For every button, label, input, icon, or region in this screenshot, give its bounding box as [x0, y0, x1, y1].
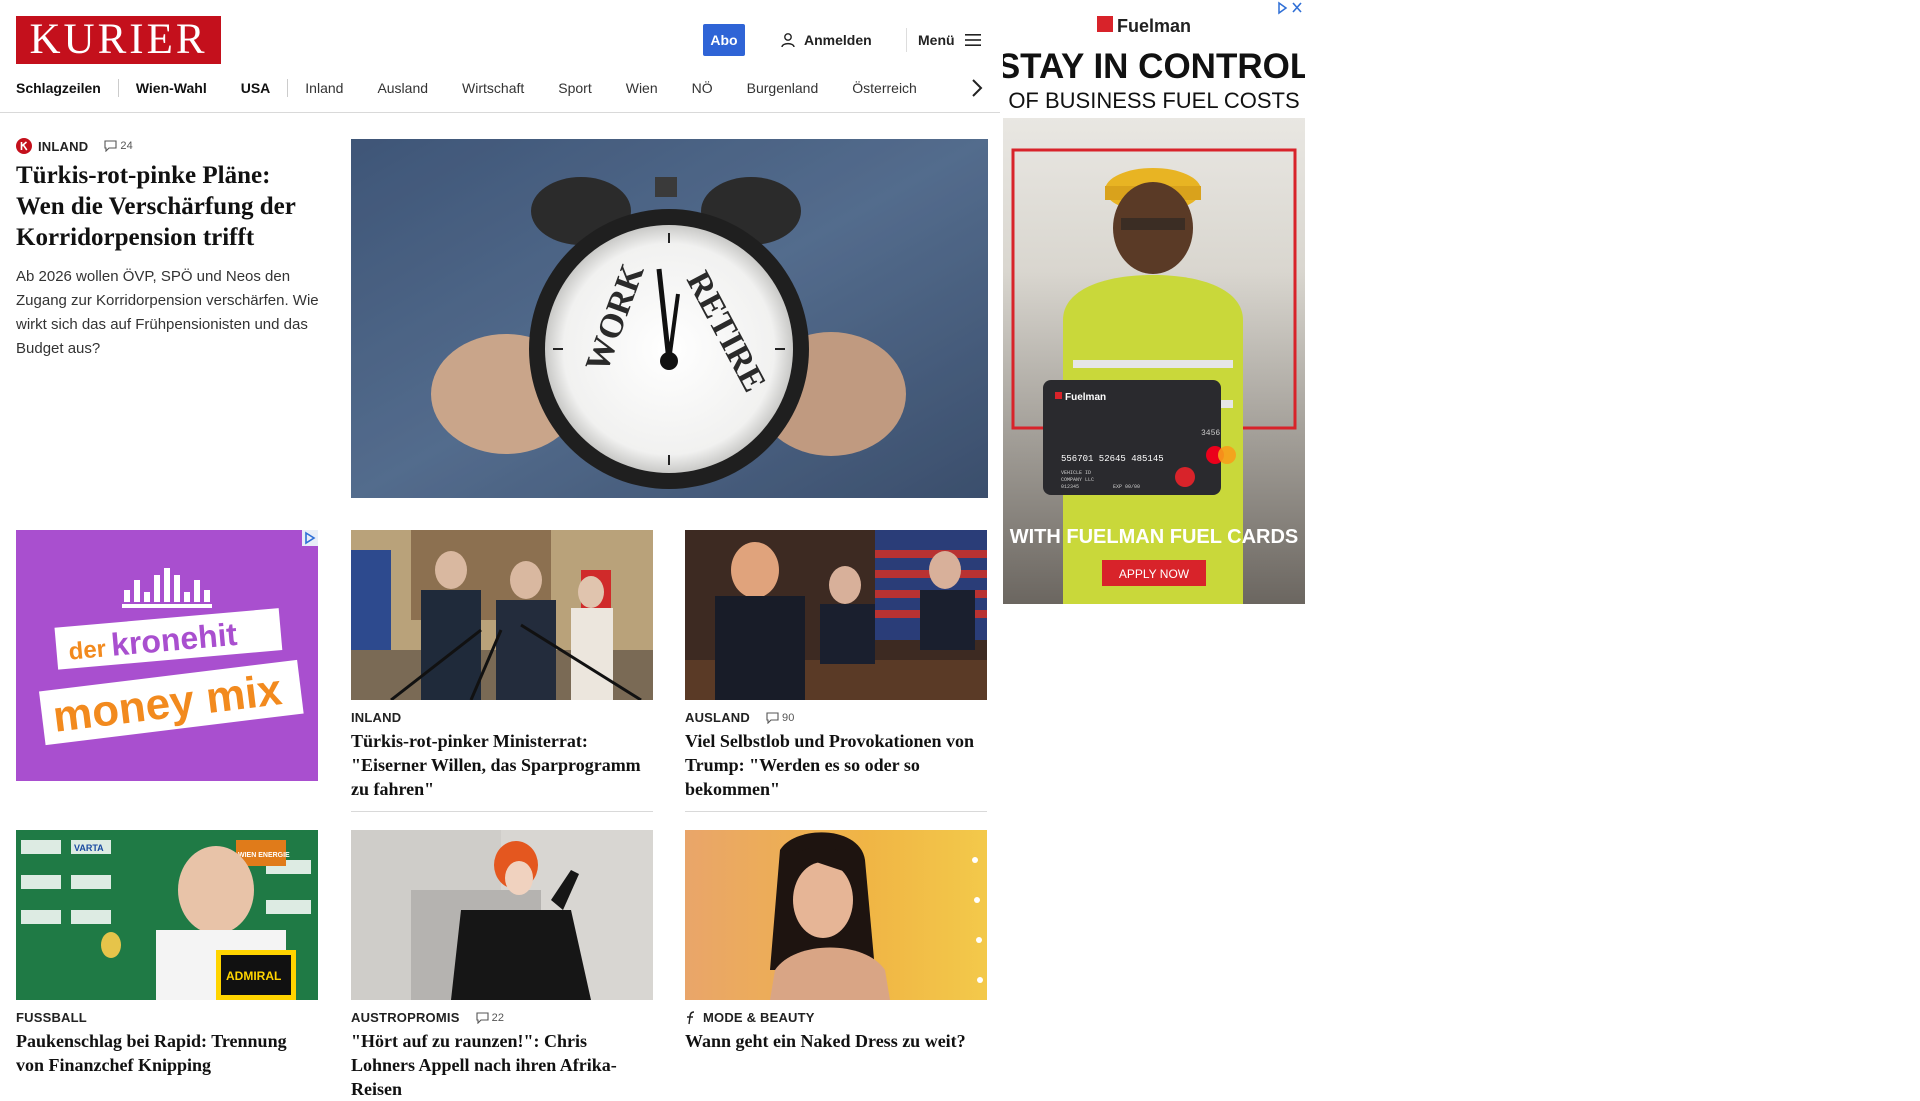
card-exp: EXP 00/00 — [1113, 484, 1140, 490]
abo-button[interactable]: Abo — [703, 24, 745, 56]
nav-item-wien-wahl[interactable]: Wien-Wahl — [136, 80, 207, 96]
fuelman-ad[interactable]: Fuelman STAY IN CONTROL OF BUSINESS FUEL… — [1003, 0, 1305, 604]
lead-teaser: Ab 2026 wollen ÖVP, SPÖ und Neos den Zug… — [16, 268, 319, 357]
login-button[interactable]: Anmelden — [780, 29, 872, 51]
article-headline[interactable]: Viel Selbstlob und Provokationen von Tru… — [685, 729, 987, 801]
promo-der: der — [68, 635, 108, 665]
article-category[interactable]: INLAND — [351, 710, 401, 725]
nav-divider — [117, 79, 119, 97]
sponsor-varta-text: VARTA — [74, 843, 104, 853]
article-category[interactable]: FUSSBALL — [16, 1010, 87, 1025]
sponsor-wien-energie-text: WIEN ENERGIE — [238, 852, 290, 859]
article-image[interactable] — [351, 530, 653, 700]
ad-brand: Fuelman — [1117, 16, 1191, 36]
comment-count-value: 24 — [120, 140, 133, 152]
header-divider — [906, 28, 907, 52]
kurier-badge-icon — [16, 138, 32, 154]
nav-item-inland[interactable]: Inland — [305, 80, 343, 96]
ad-headline: STAY IN CONTROL — [1003, 47, 1305, 86]
article-card[interactable]: AUSLAND 90 Viel Selbstlob und Provokatio… — [685, 530, 987, 812]
menu-label: Menü — [918, 32, 955, 48]
article-category[interactable]: AUSLAND — [685, 710, 750, 725]
comment-count[interactable]: 90 — [766, 712, 795, 724]
card-line3: 012345 — [1061, 484, 1079, 490]
card-divider — [685, 811, 987, 812]
nav-item-schlagzeilen[interactable]: Schlagzeilen — [16, 80, 101, 96]
comment-icon — [766, 711, 779, 724]
nav-item-ausland[interactable]: Ausland — [377, 80, 428, 96]
hamburger-icon — [964, 34, 981, 46]
article-headline[interactable]: Wann geht ein Naked Dress zu weit? — [685, 1029, 987, 1053]
adchoices-icon[interactable] — [302, 530, 318, 546]
comment-count[interactable]: 22 — [476, 1012, 505, 1024]
card-last: 3456 — [1201, 429, 1220, 438]
article-image[interactable]: VARTA WIEN ENERGIE ADMIRAL — [16, 830, 318, 1000]
article-headline[interactable]: Türkis-rot-pinker Ministerrat: "Eiserner… — [351, 729, 653, 801]
nav-item-sport[interactable]: Sport — [558, 80, 591, 96]
kurier-logo[interactable]: KURIER — [16, 16, 221, 64]
header-rule — [0, 112, 1000, 113]
article-category[interactable]: MODE & BEAUTY — [703, 1010, 815, 1025]
card-number: 556701 52645 485145 — [1061, 454, 1164, 464]
lead-image[interactable]: WORK RETIRE — [351, 139, 988, 498]
close-icon[interactable] — [1292, 2, 1302, 13]
card-line2: COMPANY LLC — [1061, 477, 1094, 483]
lead-article[interactable]: INLAND 24 Türkis-rot-pinke Pläne: Wen di… — [16, 138, 321, 361]
comment-count[interactable]: 24 — [104, 140, 133, 152]
article-card[interactable]: INLAND Türkis-rot-pinker Ministerrat: "E… — [351, 530, 653, 812]
nav-item-oesterreich[interactable]: Österreich — [852, 80, 917, 96]
nav-item-wirtschaft[interactable]: Wirtschaft — [462, 80, 524, 96]
comment-count-value: 90 — [781, 711, 795, 724]
lead-category[interactable]: INLAND — [38, 139, 88, 154]
comment-icon — [104, 140, 117, 152]
menu-button[interactable]: Menü — [918, 29, 981, 51]
article-card[interactable]: VARTA WIEN ENERGIE ADMIRAL FUSSBALL Pauk… — [16, 830, 318, 1077]
nav-item-burgenland[interactable]: Burgenland — [747, 80, 819, 96]
login-label: Anmelden — [804, 32, 872, 48]
article-card[interactable]: AUSTROPROMIS 22 "Hört auf zu raunzen!": … — [351, 830, 653, 1101]
article-card[interactable]: MODE & BEAUTY Wann geht ein Naked Dress … — [685, 830, 987, 1053]
ad-subheadline: OF BUSINESS FUEL COSTS — [1008, 88, 1299, 113]
nav-divider — [287, 79, 289, 97]
section-nav: Schlagzeilen Wien-Wahl USA Inland Auslan… — [16, 78, 986, 98]
article-headline[interactable]: Paukenschlag bei Rapid: Trennung von Fin… — [16, 1029, 318, 1077]
article-image[interactable] — [685, 530, 987, 700]
nav-item-usa[interactable]: USA — [241, 80, 271, 96]
card-divider — [351, 811, 653, 812]
article-image[interactable] — [685, 830, 987, 1000]
nav-item-wien[interactable]: Wien — [626, 80, 658, 96]
article-image[interactable] — [351, 830, 653, 1000]
user-icon — [781, 33, 795, 48]
article-category[interactable]: AUSTROPROMIS — [351, 1010, 460, 1025]
comment-count-value: 22 — [491, 1011, 505, 1024]
chevron-right-icon[interactable] — [970, 77, 984, 99]
lead-headline[interactable]: Türkis-rot-pinke Pläne: Wen die Verschär… — [16, 160, 321, 253]
article-headline[interactable]: "Hört auf zu raunzen!": Chris Lohners Ap… — [351, 1029, 653, 1101]
card-line1: VEHICLE ID — [1061, 470, 1091, 476]
sponsor-admiral-text: ADMIRAL — [226, 969, 281, 983]
ad-controls — [1275, 0, 1305, 16]
kronehit-promo[interactable]: der kronehit money mix — [16, 530, 318, 781]
ad-cta[interactable]: APPLY NOW — [1119, 567, 1190, 581]
nav-item-noe[interactable]: NÖ — [692, 80, 713, 96]
fashion-icon — [687, 1010, 695, 1024]
comment-icon — [476, 1011, 489, 1024]
ad-tagline: WITH FUELMAN FUEL CARDS — [1010, 526, 1299, 548]
adchoices-icon[interactable] — [1278, 1, 1288, 15]
card-brand: Fuelman — [1065, 392, 1106, 403]
